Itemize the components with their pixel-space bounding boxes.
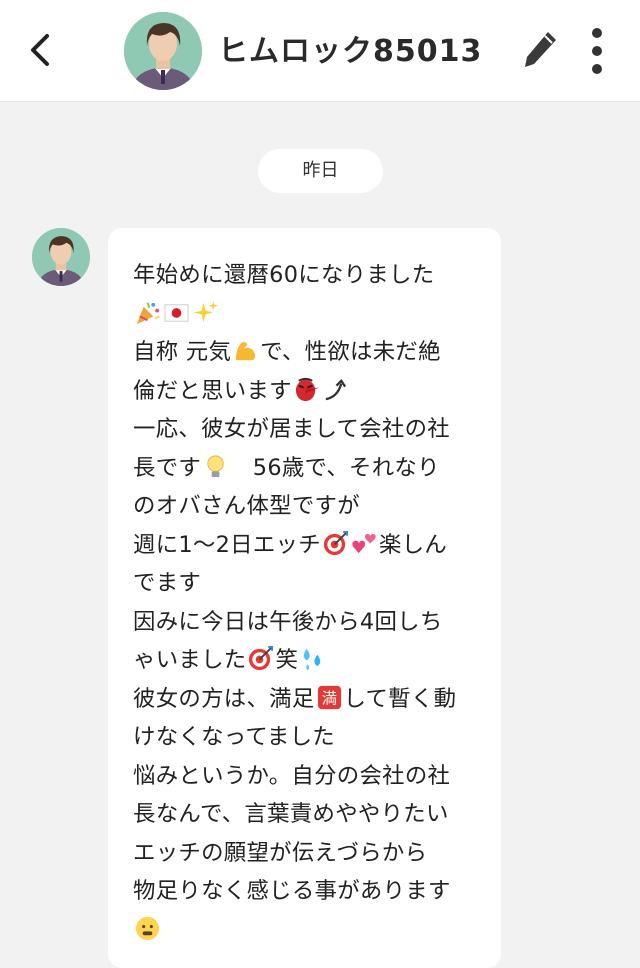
message-line: でます [133, 564, 483, 603]
chevron-left-icon [27, 33, 53, 71]
message-text-segment: 悩みというか。自分の会社の社 [133, 762, 451, 789]
message-text-segment: 週に1〜2日エッチ [133, 531, 321, 558]
message-line: 彼女の方は、満足満して暫く動 [133, 680, 483, 719]
message-text-segment: 笑 [275, 647, 299, 673]
edit-button[interactable] [518, 26, 562, 74]
message-text-segment: ゃいました [133, 647, 247, 673]
message-line [133, 911, 483, 950]
message-line: 悩みというか。自分の会社の社 [133, 757, 483, 796]
message-line: 長です 56歳で、それなり [133, 449, 483, 488]
light-bulb-emoji [202, 453, 229, 480]
message-text-segment: 56歳で、それなり [230, 454, 440, 481]
message-line: 自称 元気 で、性欲は未だ絶 [133, 333, 483, 372]
message-text-segment: 楽しん [378, 531, 448, 558]
message-line: エッチの願望が伝えづらから [133, 834, 483, 873]
message-line: 倫だと思います [133, 372, 483, 411]
message-text-segment: エッチの願望が伝えづらから [133, 839, 428, 866]
message-bubble[interactable]: 年始めに還暦60になりました 自称 元気 で、性欲は未だ絶倫だと思います一応、彼女が… [108, 228, 501, 968]
chat-title: ヒムロック85013 [218, 34, 483, 69]
japan-flag-emoji [163, 299, 190, 326]
message-text-segment: 物足りなく感じる事があります [133, 878, 451, 904]
sender-avatar[interactable] [32, 228, 90, 286]
arrow-up-right-emoji [322, 376, 349, 403]
message-text-segment: 彼女の方は、満足 [133, 685, 315, 712]
tengu-mask-emoji [293, 376, 320, 403]
message-line: 物足りなく感じる事があります [133, 872, 483, 911]
message-text-segment: で、性欲は未だ絶 [260, 339, 441, 365]
date-separator: 昨日 [258, 149, 383, 193]
message-text-segment: 長です [133, 454, 202, 481]
more-options-button[interactable] [583, 26, 611, 76]
message-text-segment: 自称 元気 [133, 339, 232, 365]
message-text-segment: 一応、彼女が居まして会社の社 [133, 416, 450, 442]
more-vertical-icon [583, 28, 611, 80]
two-hearts-emoji [351, 530, 378, 557]
message-text-segment: 年始めに還暦60になりました [133, 262, 435, 288]
full-sign-emoji: 満 [316, 684, 343, 711]
svg-text:満: 満 [321, 689, 337, 707]
message-text-segment: 倫だと思います [133, 377, 292, 404]
message-line: 年始めに還暦60になりました [133, 256, 483, 295]
message-line: 一応、彼女が居まして会社の社 [133, 410, 483, 449]
message-line: けなくなってました [133, 718, 483, 757]
message-line [133, 295, 483, 334]
chat-header: ヒムロック85013 [0, 0, 640, 102]
party-popper-emoji [134, 299, 161, 326]
message-text: 年始めに還暦60になりました 自称 元気 で、性欲は未だ絶倫だと思います一応、彼女が… [133, 256, 483, 949]
message-line: 週に1〜2日エッチ 楽しん [133, 526, 483, 565]
message-line: 因みに今日は午後から4回しち [133, 603, 483, 642]
message-text-segment: のオバさん体型ですが [133, 493, 360, 519]
hushed-face-emoji [134, 915, 161, 942]
pencil-icon [518, 32, 562, 78]
message-text-segment: でます [133, 570, 202, 596]
message-line: ゃいました 笑 [133, 641, 483, 680]
back-button[interactable] [20, 30, 60, 74]
message-text-segment: けなくなってました [133, 724, 335, 750]
message-line: 長なんで、言葉責めややりたい [133, 795, 483, 834]
direct-hit-emoji [322, 530, 349, 557]
flexed-biceps-emoji [232, 337, 259, 364]
message-text-segment: して暫く動 [343, 685, 457, 712]
sparkles-emoji [192, 299, 219, 326]
avatar[interactable] [124, 12, 202, 90]
sweat-droplets-emoji [299, 645, 326, 672]
message-text-segment: 因みに今日は午後から4回しち [133, 608, 443, 635]
message-text-segment: 長なんで、言葉責めややりたい [133, 801, 449, 827]
message-line: のオバさん体型ですが [133, 487, 483, 526]
direct-hit-emoji [247, 645, 274, 672]
